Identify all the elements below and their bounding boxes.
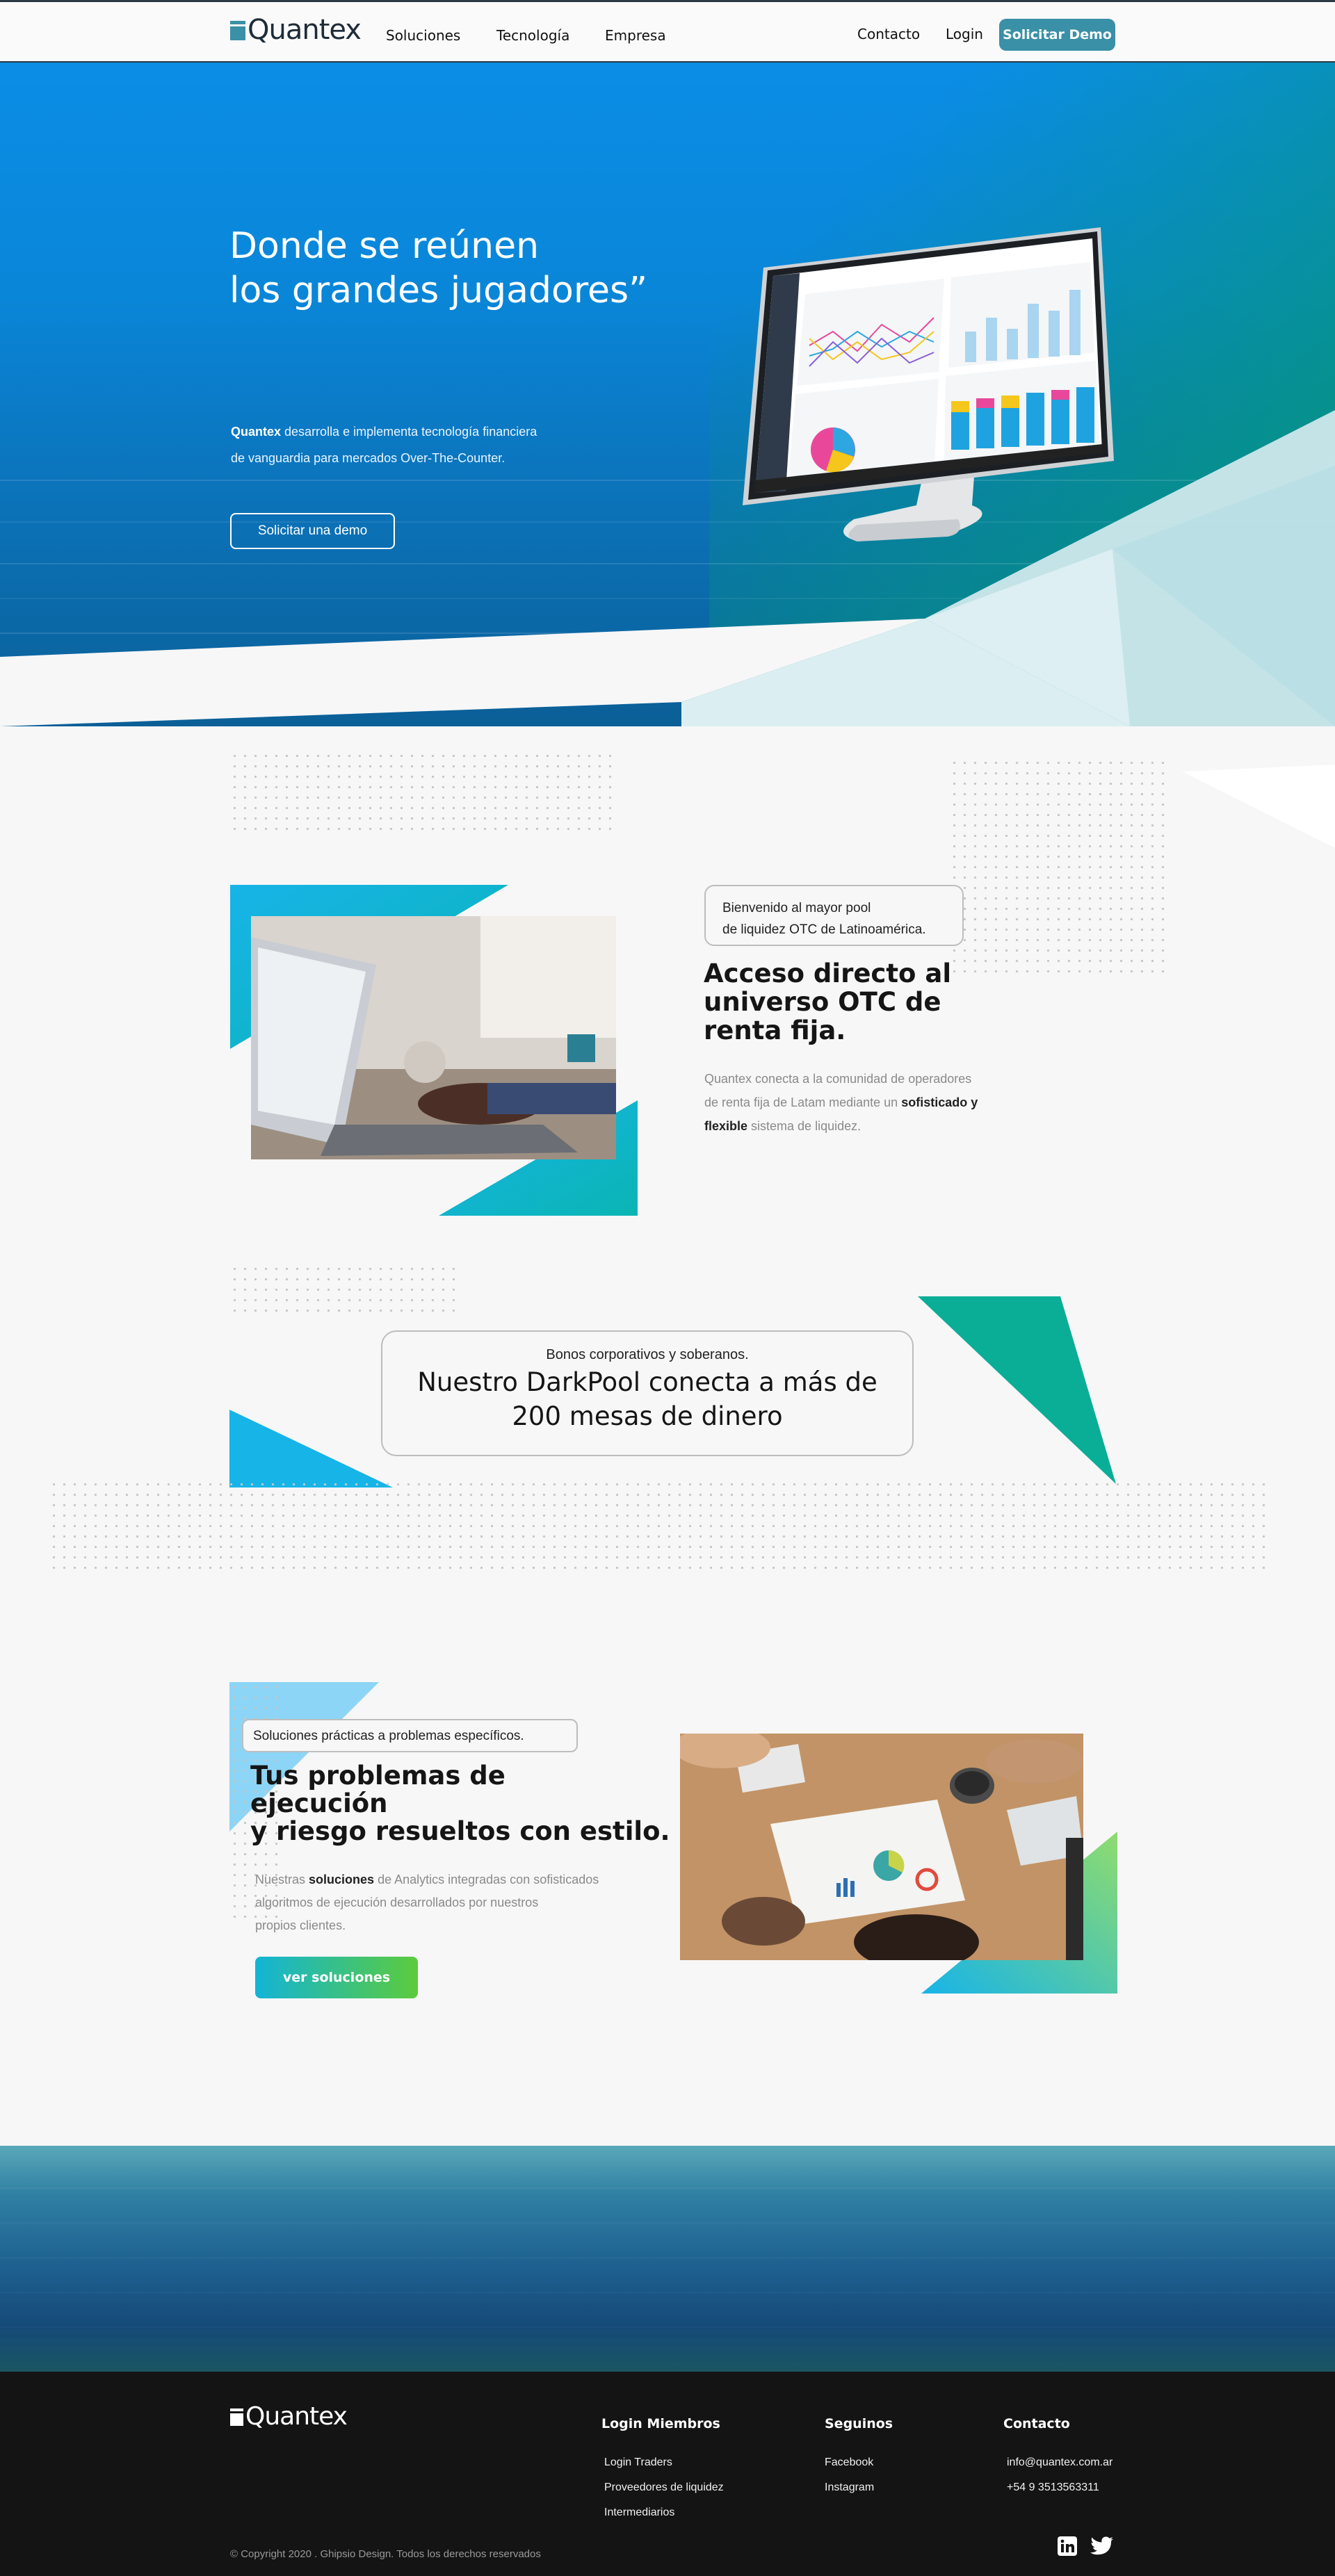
top-navbar: Quantex Soluciones Tecnología Empresa Co… [0, 0, 1335, 63]
twitter-icon[interactable] [1090, 2536, 1114, 2556]
otc-badge-line: de liquidez OTC de Latinoamérica. [722, 922, 926, 937]
water-ripple [0, 2292, 1335, 2293]
footer-logo[interactable]: Quantex [230, 2402, 348, 2431]
teal-triangle-shape [918, 1296, 1116, 1484]
nav-link-login[interactable]: Login [946, 26, 983, 42]
solutions-paragraph-text: algoritmos de ejecución desarrollados po… [255, 1896, 539, 1909]
darkpool-callout: Bonos corporativos y soberanos. Nuestro … [381, 1330, 914, 1456]
solutions-paragraph-bold: soluciones [309, 1873, 375, 1886]
water-ripple [0, 2222, 1335, 2224]
otc-title-line: renta fija. [704, 1016, 846, 1045]
water-ripple [0, 2257, 1335, 2258]
darkpool-title: Nuestro DarkPool conecta a más de 200 me… [382, 1365, 912, 1433]
solutions-title-line: Tus problemas de [250, 1761, 505, 1791]
footer-link-proveedores[interactable]: Proveedores de liquidez [604, 2481, 724, 2494]
otc-paragraph: Quantex conecta a la comunidad de operad… [704, 1067, 1031, 1138]
solutions-title-line: ejecución [250, 1788, 388, 1818]
request-demo-outline-button[interactable]: Solicitar una demo [230, 513, 395, 549]
site-footer: Quantex Login Miembros Login Traders Pro… [0, 2372, 1335, 2576]
hero-title: Donde se reúnen los grandes jugadores” [229, 224, 647, 313]
solutions-badge: Soluciones prácticas a problemas específ… [242, 1719, 578, 1752]
footer-col-contact-title: Contacto [1003, 2416, 1070, 2431]
nav-link-empresa[interactable]: Empresa [605, 27, 666, 44]
otc-badge-line: Bienvenido al mayor pool [722, 901, 871, 915]
footer-col-login-title: Login Miembros [601, 2416, 720, 2431]
otc-paragraph-text: de renta fija de Latam mediante un [704, 1095, 902, 1109]
footer-email[interactable]: info@quantex.com.ar [1007, 2456, 1112, 2469]
logo-mark-icon [230, 2407, 243, 2426]
solutions-badge-text: Soluciones prácticas a problemas específ… [253, 1729, 524, 1743]
solutions-paragraph-text: Nuestras [255, 1873, 309, 1886]
solutions-title-line: y riesgo resueltos con estilo. [250, 1816, 670, 1846]
footer-logo-text: Quantex [245, 2402, 348, 2431]
request-demo-button[interactable]: Solicitar Demo [999, 19, 1115, 51]
hero-desc-text: desarrolla e implementa tecnología finan… [281, 425, 537, 439]
nav-link-contacto[interactable]: Contacto [857, 26, 920, 42]
solutions-paragraph-text: propios clientes. [255, 1918, 346, 1932]
nav-link-tecnologia[interactable]: Tecnología [496, 27, 569, 44]
footer-link-login-traders[interactable]: Login Traders [604, 2456, 672, 2469]
darkpool-title-line: 200 mesas de dinero [512, 1401, 783, 1431]
footer-col-social-title: Seguinos [825, 2416, 893, 2431]
solutions-paragraph: Nuestras soluciones de Analytics integra… [255, 1868, 631, 1937]
otc-title: Acceso directo al universo OTC de renta … [704, 959, 951, 1045]
hero-shapes [0, 410, 1335, 726]
hero-section: Donde se reúnen los grandes jugadores” Q… [0, 63, 1335, 726]
darkpool-kicker: Bonos corporativos y soberanos. [546, 1347, 749, 1362]
otc-title-line: Acceso directo al [704, 959, 951, 988]
cyan-triangle-shape [229, 1410, 393, 1487]
dot-pattern [229, 751, 619, 834]
light-triangle-shape [1182, 765, 1335, 848]
hero-desc-text: de vanguardia para mercados Over-The-Cou… [231, 451, 505, 465]
solutions-title: Tus problemas de ejecución y riesgo resu… [250, 1762, 670, 1845]
otc-paragraph-text: Quantex conecta a la comunidad de operad… [704, 1072, 972, 1086]
hero-brand-text: Quantex [231, 425, 282, 439]
ocean-banner-image [0, 2146, 1335, 2372]
otc-paragraph-bold: flexible [704, 1119, 748, 1133]
footer-link-facebook[interactable]: Facebook [825, 2456, 873, 2469]
otc-badge: Bienvenido al mayor pool de liquidez OTC… [704, 885, 964, 946]
otc-paragraph-bold: sofisticado y [901, 1095, 978, 1109]
page: { "nav": { "logo": "Quantex", "links": [… [0, 0, 1335, 2576]
hero-title-line: Donde se reúnen [229, 225, 540, 267]
footer-phone[interactable]: +54 9 3513563311 [1007, 2481, 1099, 2494]
dashboard-monitor-image [743, 227, 1114, 541]
dot-pattern [949, 758, 1168, 973]
otc-badge-text: Bienvenido al mayor pool de liquidez OTC… [722, 897, 926, 940]
meeting-photo [680, 1734, 1083, 1960]
laptop-photo [251, 916, 616, 1159]
water-ripple [0, 2187, 1335, 2189]
solutions-paragraph-text: de Analytics integradas con sofisticados [374, 1873, 599, 1886]
darkpool-title-line: Nuestro DarkPool conecta a más de [417, 1367, 877, 1397]
footer-link-intermediarios[interactable]: Intermediarios [604, 2506, 674, 2519]
footer-link-instagram[interactable]: Instagram [825, 2481, 874, 2494]
dot-pattern-wide [49, 1479, 1265, 1571]
water-ripple [0, 2326, 1335, 2328]
view-solutions-button[interactable]: ver soluciones [255, 1957, 418, 1998]
hero-description: Quantex desarrolla e implementa tecnolog… [231, 418, 592, 471]
nav-link-soluciones[interactable]: Soluciones [386, 27, 460, 44]
otc-paragraph-text: sistema de liquidez. [747, 1119, 861, 1133]
logo-mark-icon [230, 19, 245, 40]
linkedin-icon[interactable] [1057, 2536, 1078, 2557]
copyright-text: © Copyright 2020 . Ghipsio Design. Todos… [230, 2548, 541, 2560]
hero-title-line: los grandes jugadores” [229, 270, 648, 311]
otc-title-line: universo OTC de [704, 987, 941, 1017]
logo-text: Quantex [248, 14, 362, 46]
logo[interactable]: Quantex [230, 14, 362, 46]
